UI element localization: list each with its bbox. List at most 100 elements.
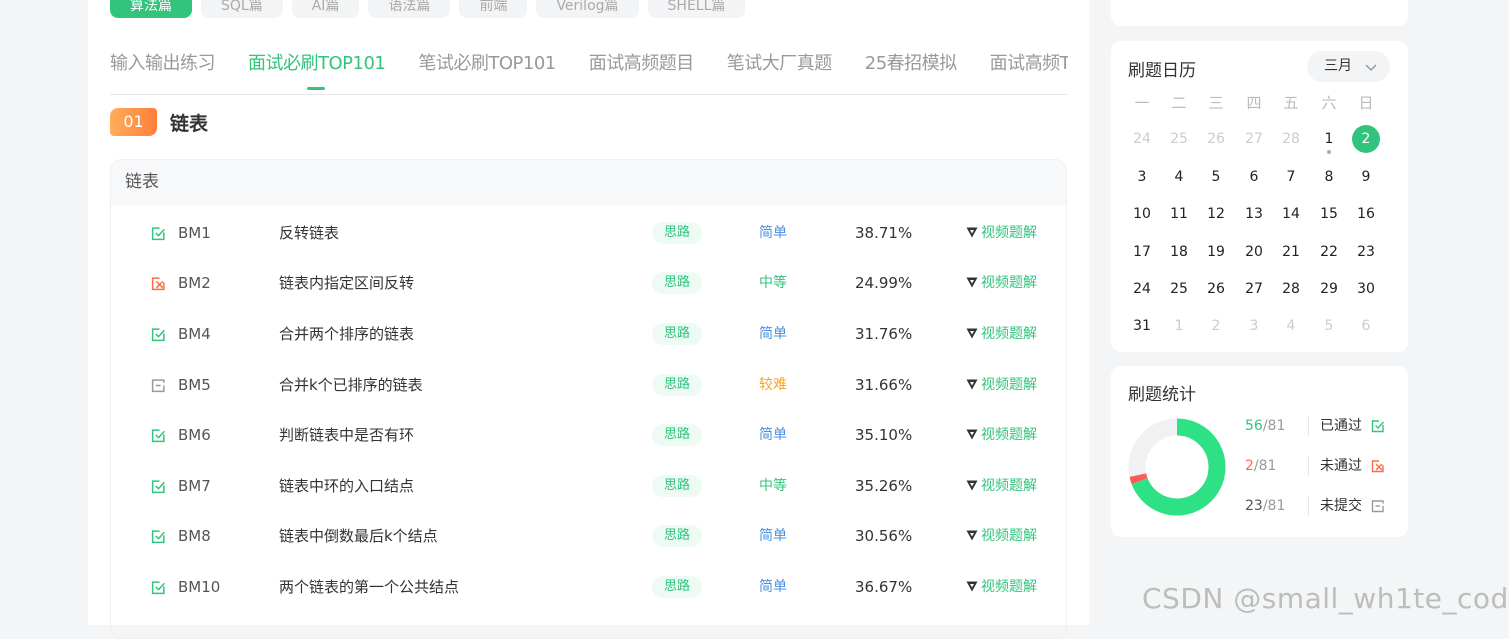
calendar-day[interactable]: 9 [1352, 163, 1380, 191]
category-tab[interactable]: 前端 [459, 0, 528, 18]
calendar-day-today[interactable]: 2 [1352, 125, 1380, 153]
video-solution-link[interactable]: 视频题解 [966, 413, 1037, 457]
difficulty-label: 较难 [759, 377, 787, 393]
calendar-day[interactable]: 6 [1240, 163, 1268, 191]
idea-tag[interactable]: 思路 [652, 525, 703, 547]
category-tab[interactable]: SQL篇 [201, 0, 283, 18]
calendar-day[interactable]: 14 [1277, 200, 1305, 228]
calendar-day[interactable]: 22 [1315, 238, 1343, 266]
calendar-day[interactable]: 7 [1277, 163, 1305, 191]
failed-count: 2 [1245, 458, 1254, 474]
problem-code: BM1 [178, 224, 211, 242]
table-row[interactable]: BM7 链表中环的入口结点 思路 中等 35.26% 视频题解 [111, 464, 1066, 508]
idea-tag[interactable]: 思路 [652, 323, 703, 345]
weekday-label: 日 [1358, 94, 1374, 112]
table-row[interactable]: BM4 合并两个排序的链表 思路 简单 31.76% 视频题解 [111, 312, 1066, 356]
tab-6[interactable]: 面试高频T [990, 44, 1068, 84]
video-solution-link[interactable]: 视频题解 [966, 514, 1037, 558]
idea-tag[interactable]: 思路 [652, 424, 703, 446]
table-row[interactable]: BM1 反转链表 思路 简单 38.71% 视频题解 [111, 211, 1066, 255]
calendar-day[interactable]: 28 [1277, 275, 1305, 303]
category-tab[interactable]: 语法篇 [368, 0, 451, 18]
month-select[interactable]: 三月 [1307, 51, 1390, 82]
idea-tag[interactable]: 思路 [652, 576, 703, 598]
calendar-day[interactable]: 15 [1315, 200, 1343, 228]
problem-code: BM6 [178, 426, 211, 444]
video-solution-link[interactable]: 视频题解 [966, 211, 1037, 255]
weekday-label: 五 [1283, 94, 1299, 112]
calendar-day[interactable]: 27 [1240, 275, 1268, 303]
tab-5[interactable]: 25春招模拟 [865, 44, 957, 84]
pass-rate: 35.10% [855, 426, 913, 444]
table-row[interactable]: BM5 合并k个已排序的链表 思路 较难 31.66% 视频题解 [111, 363, 1066, 407]
calendar-day[interactable]: 20 [1240, 238, 1268, 266]
problem-name[interactable]: 两个链表的第一个公共结点 [279, 565, 459, 609]
calendar-day[interactable]: 19 [1202, 238, 1230, 266]
chevron-down-icon [1365, 64, 1377, 72]
calendar-day[interactable]: 30 [1352, 275, 1380, 303]
tab-0[interactable]: 输入输出练习 [110, 44, 216, 84]
problem-name[interactable]: 链表中倒数最后k个结点 [279, 514, 438, 558]
idea-tag[interactable]: 思路 [652, 475, 703, 497]
table-row[interactable]: BM10 两个链表的第一个公共结点 思路 简单 36.67% 视频题解 [111, 565, 1066, 609]
calendar-day[interactable]: 31 [1128, 312, 1156, 340]
problem-name[interactable]: 合并两个排序的链表 [279, 312, 414, 356]
category-tab[interactable]: 算法篇 [110, 0, 192, 18]
category-tab[interactable]: SHELL篇 [647, 0, 746, 18]
weekday-label: 一 [1134, 94, 1150, 112]
table-row[interactable]: BM8 链表中倒数最后k个结点 思路 简单 30.56% 视频题解 [111, 514, 1066, 558]
video-solution-link[interactable]: 视频题解 [966, 363, 1037, 407]
category-tab[interactable]: Verilog篇 [536, 0, 639, 18]
video-icon [966, 277, 978, 288]
calendar-day[interactable]: 26 [1202, 275, 1230, 303]
calendar-day[interactable]: 25 [1165, 275, 1193, 303]
calendar-day[interactable]: 11 [1165, 200, 1193, 228]
problem-name[interactable]: 反转链表 [279, 211, 339, 255]
pass-rate: 31.76% [855, 325, 913, 343]
category-tab[interactable]: AI篇 [291, 0, 360, 18]
unsubmitted-count: 23 [1245, 498, 1263, 514]
difficulty-label: 简单 [759, 326, 787, 342]
tab-4[interactable]: 笔试大厂真题 [727, 44, 833, 84]
calendar-day[interactable]: 3 [1128, 163, 1156, 191]
calendar-day[interactable]: 5 [1202, 163, 1230, 191]
table-row[interactable]: BM2 链表内指定区间反转 思路 中等 24.99% 视频题解 [111, 261, 1066, 305]
calendar-day[interactable]: 13 [1240, 200, 1268, 228]
video-solution-label: 视频题解 [981, 579, 1037, 595]
calendar-day[interactable]: 17 [1128, 238, 1156, 266]
video-solution-link[interactable]: 视频题解 [966, 261, 1037, 305]
problem-name[interactable]: 判断链表中是否有环 [279, 413, 414, 457]
tab-3[interactable]: 面试高频题目 [589, 44, 695, 84]
passed-status-icon [151, 327, 166, 342]
video-solution-link[interactable]: 视频题解 [966, 312, 1037, 356]
calendar-day[interactable]: 10 [1128, 200, 1156, 228]
calendar-day[interactable]: 29 [1315, 275, 1343, 303]
tab-2[interactable]: 笔试必刷TOP101 [418, 44, 556, 84]
panel-title: 链表 [111, 160, 1066, 205]
calendar-day[interactable]: 12 [1202, 200, 1230, 228]
problem-name[interactable]: 链表中环的入口结点 [279, 464, 414, 508]
video-solution-link[interactable]: 视频题解 [966, 464, 1037, 508]
idea-tag[interactable]: 思路 [652, 272, 703, 294]
pass-rate: 36.67% [855, 578, 913, 596]
video-icon [966, 328, 978, 339]
problem-name[interactable]: 合并k个已排序的链表 [279, 363, 423, 407]
calendar-day[interactable]: 4 [1165, 163, 1193, 191]
calendar-day[interactable]: 21 [1277, 238, 1305, 266]
calendar-day[interactable]: 16 [1352, 200, 1380, 228]
table-row[interactable]: BM6 判断链表中是否有环 思路 简单 35.10% 视频题解 [111, 413, 1066, 457]
calendar-day[interactable]: 8 [1315, 163, 1343, 191]
calendar-day[interactable]: 24 [1128, 275, 1156, 303]
video-solution-link[interactable]: 视频题解 [966, 565, 1037, 609]
passed-status-icon [151, 580, 166, 595]
problem-name[interactable]: 链表内指定区间反转 [279, 261, 414, 305]
calendar-day[interactable]: 18 [1165, 238, 1193, 266]
tab-1[interactable]: 面试必刷TOP101 [248, 44, 386, 90]
calendar-day[interactable]: 1 [1315, 125, 1343, 154]
idea-tag[interactable]: 思路 [652, 222, 703, 244]
calendar-day: 3 [1249, 318, 1259, 334]
pass-rate: 30.56% [855, 527, 913, 545]
idea-tag[interactable]: 思路 [652, 374, 703, 396]
calendar-day[interactable]: 23 [1352, 238, 1380, 266]
calendar-day: 25 [1170, 131, 1188, 147]
